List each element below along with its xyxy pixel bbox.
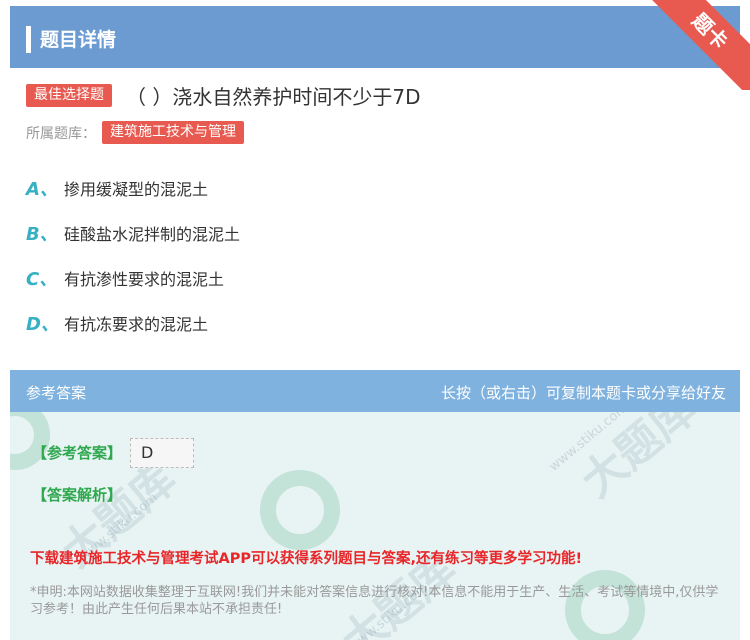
reference-answer-value: D	[130, 438, 194, 468]
option-text: 硅酸盐水泥拌制的混泥土	[64, 225, 241, 244]
option-letter: A、	[26, 179, 58, 200]
option-letter: C、	[26, 269, 58, 290]
reference-answer-label: 【参考答案】	[32, 444, 123, 462]
corner-badge: 题卡	[640, 0, 750, 90]
option-letter: D、	[26, 314, 59, 335]
header-accent-bar	[26, 26, 31, 53]
app-download-promo[interactable]: 下载建筑施工技术与管理考试APP可以获得系列题目与答案,还有练习等更多学习功能!	[30, 547, 582, 568]
answer-panel: 大题库 大题库 大题库 www.stiku.com www.stiku.com …	[10, 370, 740, 640]
question-row: 最佳选择题 （ ）浇水自然养护时间不少于7D	[26, 80, 420, 110]
disclaimer-text: *申明:本网站数据收集整理于互联网!我们并未能对答案信息进行核对!本信息不能用于…	[30, 585, 719, 617]
option-text: 有抗渗性要求的混泥土	[64, 270, 225, 289]
option-a[interactable]: A、 掺用缓凝型的混泥土	[26, 176, 208, 200]
page-header: 题目详情	[10, 6, 740, 68]
option-b[interactable]: B、 硅酸盐水泥拌制的混泥土	[26, 221, 240, 245]
bank-name-tag[interactable]: 建筑施工技术与管理	[102, 121, 244, 144]
option-text: 掺用缓凝型的混泥土	[64, 180, 209, 199]
corner-badge-label: 题卡	[640, 0, 750, 90]
answer-analysis-label: 【答案解析】	[32, 486, 123, 504]
question-type-tag: 最佳选择题	[26, 83, 112, 107]
page-title: 题目详情	[40, 29, 117, 51]
option-letter: B、	[26, 224, 58, 245]
bank-label: 所属题库：	[26, 125, 96, 142]
option-d[interactable]: D、 有抗冻要求的混泥土	[26, 311, 208, 335]
answer-header-title: 参考答案	[26, 384, 87, 402]
question-bank-row: 所属题库： 建筑施工技术与管理	[26, 121, 244, 144]
answer-header: 参考答案 长按（或右击）可复制本题卡或分享给好友	[10, 370, 740, 412]
question-text: （ ）浇水自然养护时间不少于7D	[126, 84, 421, 109]
share-hint: 长按（或右击）可复制本题卡或分享给好友	[440, 384, 726, 402]
watermark-logo	[260, 470, 340, 550]
option-c[interactable]: C、 有抗渗性要求的混泥土	[26, 266, 224, 290]
option-text: 有抗冻要求的混泥土	[64, 315, 209, 334]
